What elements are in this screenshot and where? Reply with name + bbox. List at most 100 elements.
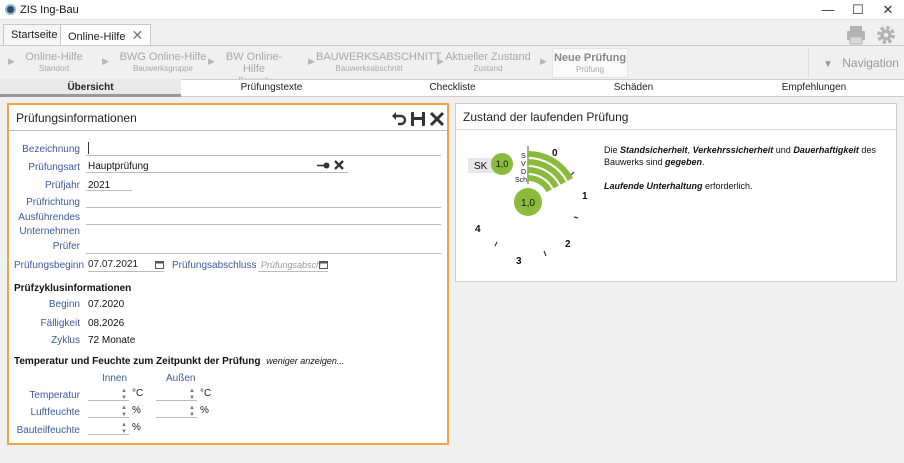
unit-celsius: °C xyxy=(132,388,144,399)
bezeichnung-input[interactable] xyxy=(87,141,441,156)
pruefungsbeginn-date-input[interactable]: 07.07.2021 xyxy=(88,259,164,272)
gear-icon[interactable] xyxy=(875,24,897,46)
unterhaltung-text: Laufende Unterhaltung erforderlich. xyxy=(604,180,890,192)
tab-checkliste[interactable]: Checkliste xyxy=(362,79,543,97)
bezeichnung-label: Bezeichnung xyxy=(22,144,80,155)
clear-icon[interactable] xyxy=(333,159,345,171)
breadcrumb-zustand[interactable]: Aktueller Zustand Zustand xyxy=(445,48,531,78)
pruefungsart-select[interactable]: Hauptprüfung xyxy=(88,161,308,172)
stepper-down-icon[interactable]: ▼ xyxy=(121,412,127,418)
bezeichnung-underline xyxy=(86,155,441,156)
stepper-down-icon[interactable]: ▼ xyxy=(189,395,195,401)
gauge-tick xyxy=(570,171,575,176)
zyklus-value: 72 Monate xyxy=(88,335,136,346)
breadcrumb-bauwerk[interactable]: BW Online-HilfeBauwerk xyxy=(216,48,292,85)
stepper-up-icon[interactable]: ▲ xyxy=(121,405,127,411)
breadcrumb-subtitle: Zustand xyxy=(473,64,503,73)
text-part: . xyxy=(702,157,705,167)
tab-empfehlungen[interactable]: Empfehlungen xyxy=(724,79,904,97)
unternehmen-label-2: Unternehmen xyxy=(19,226,80,237)
text-part: und xyxy=(773,145,794,155)
stepper-up-icon[interactable]: ▲ xyxy=(121,422,127,428)
pruefer-input[interactable] xyxy=(87,240,441,254)
unit-percent: % xyxy=(132,422,141,433)
stepper-down-icon[interactable]: ▼ xyxy=(121,429,127,435)
luftfeuchte-label: Luftfeuchte xyxy=(30,407,80,418)
breadcrumb-pruefung[interactable]: Neue Prüfung Prüfung xyxy=(552,48,628,78)
pruefjahr-underline xyxy=(86,190,132,191)
breadcrumb-standort[interactable]: Online-Hilfe Standort xyxy=(16,48,92,78)
tab-online-hilfe[interactable]: Online-Hilfe ✕ xyxy=(60,24,152,46)
close-tab-icon[interactable]: ✕ xyxy=(131,25,143,46)
maximize-button[interactable]: ☐ xyxy=(843,0,873,20)
text-part-bold: Verkehrssicherheit xyxy=(692,145,774,155)
temperatur-heading-text: Temperatur und Feuchte zum Zeitpunkt der… xyxy=(14,356,261,367)
pruefrichtung-input[interactable] xyxy=(87,194,441,208)
breadcrumb-bauwerksgruppe[interactable]: BWG Online-Hilfe Bauwerksgruppe xyxy=(110,48,216,78)
unit-percent: % xyxy=(200,405,209,416)
gauge-scale-1: 1 xyxy=(582,191,588,202)
text-part-bold: Dauerhaftigkeit xyxy=(793,145,859,155)
pruefer-underline xyxy=(86,253,441,254)
chevron-right-icon: ▶ xyxy=(308,56,315,66)
stepper-up-icon[interactable]: ▲ xyxy=(121,388,127,394)
save-icon[interactable] xyxy=(410,111,426,127)
tab-strip: Startseite Online-Hilfe ✕ xyxy=(0,21,904,46)
gauge-letter-d: D xyxy=(521,169,526,176)
app-logo-icon xyxy=(5,4,16,15)
panel-title: Prüfungsinformationen xyxy=(9,105,447,131)
chevron-right-icon: ▶ xyxy=(437,56,444,66)
temperatur-aussen-stepper[interactable]: ▲ ▼ xyxy=(156,388,197,401)
unternehmen-underline xyxy=(86,224,441,225)
bauteilfeuchte-stepper[interactable]: ▲ ▼ xyxy=(88,422,129,435)
close-icon[interactable] xyxy=(429,111,445,127)
text-part-bold: Standsicherheit xyxy=(620,145,688,155)
stepper-down-icon[interactable]: ▼ xyxy=(121,395,127,401)
gauge-letter-sch: Sch xyxy=(515,177,527,184)
luftfeuchte-innen-stepper[interactable]: ▲ ▼ xyxy=(88,405,129,418)
breadcrumb-title: BAUWERKSABSCHNITT xyxy=(316,51,442,63)
temperatur-innen-stepper[interactable]: ▲ ▼ xyxy=(88,388,129,401)
pruefrichtung-underline xyxy=(86,207,441,208)
bauteilfeuchte-label: Bauteilfeuchte xyxy=(16,425,80,436)
gauge-letter-v: V xyxy=(521,161,526,168)
gauge-tick xyxy=(494,241,498,247)
sk-value: 1,0 xyxy=(496,159,509,169)
breadcrumb-subtitle: Bauwerksgruppe xyxy=(132,64,194,73)
calendar-icon[interactable] xyxy=(319,260,328,269)
triangle-down-icon: ▼ xyxy=(823,59,833,70)
calendar-icon[interactable] xyxy=(155,260,164,269)
minimize-button[interactable]: — xyxy=(813,0,843,20)
zyklus-label: Zyklus xyxy=(51,335,80,346)
key-icon[interactable] xyxy=(316,161,330,170)
breadcrumb-subtitle: Standort xyxy=(38,64,70,73)
tab-uebersicht[interactable]: Übersicht xyxy=(0,79,181,97)
tab-schaeden[interactable]: Schäden xyxy=(543,79,724,97)
aussen-column-header: Außen xyxy=(166,373,196,384)
stepper-up-icon[interactable]: ▲ xyxy=(189,405,195,411)
tab-startseite[interactable]: Startseite xyxy=(3,24,66,46)
innen-column-header: Innen xyxy=(102,373,128,384)
breadcrumb-subtitle: Prüfung xyxy=(575,65,605,74)
sk-label: SK xyxy=(474,161,488,172)
stepper-down-icon[interactable]: ▼ xyxy=(189,412,195,418)
navigation-button[interactable]: ▼ Navigation xyxy=(808,48,904,78)
breadcrumb-title: BWG Online-Hilfe xyxy=(119,51,207,63)
tab-pruefungstexte[interactable]: Prüfungstexte xyxy=(181,79,362,97)
text-part: Die xyxy=(604,145,621,155)
close-window-button[interactable]: ✕ xyxy=(873,0,903,20)
breadcrumb-subtitle: Bauwerksabschnitt xyxy=(335,64,403,73)
printer-icon[interactable] xyxy=(846,25,866,45)
stepper-up-icon[interactable]: ▲ xyxy=(189,388,195,394)
undo-icon[interactable] xyxy=(391,111,407,127)
breadcrumb-bauwerksabschnitt[interactable]: BAUWERKSABSCHNITT Bauwerksabschnitt xyxy=(316,48,442,78)
luftfeuchte-aussen-stepper[interactable]: ▲ ▼ xyxy=(156,405,197,418)
pruefungsabschluss-placeholder: Prüfungsabsch xyxy=(261,260,322,270)
zustand-gauge: 0 1 2 3 4 S V D Sch SK 1,0 1,0 xyxy=(468,146,588,267)
weniger-anzeigen-link[interactable]: weniger anzeigen... xyxy=(266,356,344,366)
pruefungsabschluss-date-input[interactable]: Prüfungsabsch xyxy=(258,259,328,272)
gauge-scale-4: 4 xyxy=(475,224,481,235)
zustand-description: Die Standsicherheit, Verkehrssicherheit … xyxy=(604,144,890,168)
chevron-right-icon: ▶ xyxy=(102,56,109,66)
navigation-label: Navigation xyxy=(842,56,899,70)
